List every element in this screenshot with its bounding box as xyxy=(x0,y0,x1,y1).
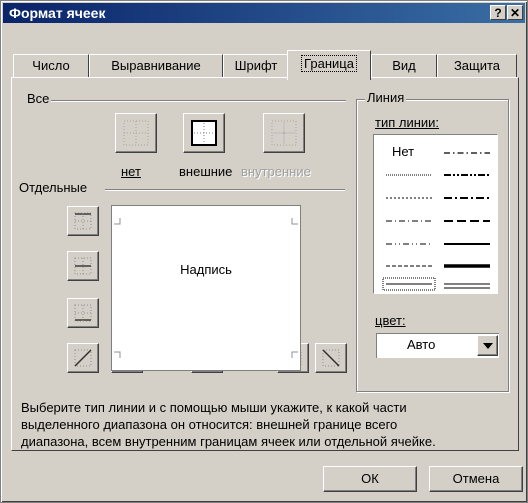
line-style-label: тип линии: xyxy=(375,115,440,130)
help-button[interactable]: ? xyxy=(490,5,506,20)
border-outline-icon xyxy=(191,120,217,146)
presets-group-label: Все xyxy=(25,91,52,106)
border-top-icon xyxy=(74,212,92,230)
line-color-label: цвет: xyxy=(375,313,406,328)
preset-outline-label: внешние xyxy=(179,164,233,179)
preset-outline-button[interactable] xyxy=(183,113,225,153)
border-none-icon xyxy=(123,120,149,146)
tab-protection[interactable]: Защита xyxy=(437,54,517,78)
border-preview[interactable]: Надпись xyxy=(111,205,301,371)
cancel-button[interactable]: Отмена xyxy=(429,466,523,492)
ok-button[interactable]: ОК xyxy=(323,466,417,492)
border-diagonal-down-button[interactable] xyxy=(315,343,347,373)
chevron-down-icon xyxy=(482,342,493,349)
line-color-dropdown-button[interactable] xyxy=(477,335,498,356)
line-style-list[interactable]: Нет xyxy=(373,134,498,294)
line-style-samples xyxy=(382,152,490,291)
tab-label: Граница xyxy=(301,55,357,72)
tab-label: Шрифт xyxy=(234,58,278,73)
window-title: Формат ячеек xyxy=(9,5,106,21)
preview-corner-marks xyxy=(114,218,298,358)
border-top-button[interactable] xyxy=(67,206,99,236)
border-inside-icon xyxy=(271,120,297,146)
presets-divider xyxy=(51,100,346,102)
tab-label: Число xyxy=(32,58,70,73)
border-bottom-button[interactable] xyxy=(67,298,99,328)
border-inner-horizontal-icon xyxy=(74,257,92,275)
border-group-label: Отдельные xyxy=(17,180,90,195)
line-color-value: Авто xyxy=(407,337,436,352)
hint-line-3: диапазона, всем внутренним границам ячее… xyxy=(21,434,436,449)
diagonal-down-icon xyxy=(322,349,340,367)
title-bar[interactable]: Формат ячеек ? ✕ xyxy=(3,3,525,23)
tab-label: Выравнивание xyxy=(111,58,201,73)
preset-inside-label: внутренние xyxy=(241,164,311,179)
diagonal-up-icon xyxy=(74,349,92,367)
hint-line-1: Выберите тип линии и с помощью мыши укаж… xyxy=(21,400,407,415)
preset-inside-button[interactable] xyxy=(263,113,305,153)
tab-border[interactable]: Граница xyxy=(287,50,371,80)
border-inner-horizontal-button[interactable] xyxy=(67,251,99,281)
close-button[interactable]: ✕ xyxy=(507,5,523,20)
hint-text: Выберите тип линии и с помощью мыши укаж… xyxy=(21,399,436,450)
tab-font[interactable]: Шрифт xyxy=(223,54,289,78)
border-bottom-icon xyxy=(74,304,92,322)
tab-label: Вид xyxy=(392,58,416,73)
preset-none-button[interactable] xyxy=(115,113,157,153)
tab-number[interactable]: Число xyxy=(13,54,89,78)
line-color-select[interactable]: Авто xyxy=(376,333,499,358)
line-group-label: Линия xyxy=(365,90,407,105)
format-cells-dialog: Формат ячеек ? ✕ Число Выравнивание Шриф… xyxy=(0,0,528,503)
tab-alignment[interactable]: Выравнивание xyxy=(89,54,223,78)
tab-label: Защита xyxy=(453,58,501,73)
border-divider xyxy=(105,189,345,191)
border-diagonal-up-button[interactable] xyxy=(67,343,99,373)
tab-fill[interactable]: Вид xyxy=(371,54,437,78)
hint-line-2: выделенного диапазона он относится: внеш… xyxy=(21,417,398,432)
preview-text: Надпись xyxy=(180,262,232,277)
preset-none-label: нет xyxy=(121,164,141,179)
